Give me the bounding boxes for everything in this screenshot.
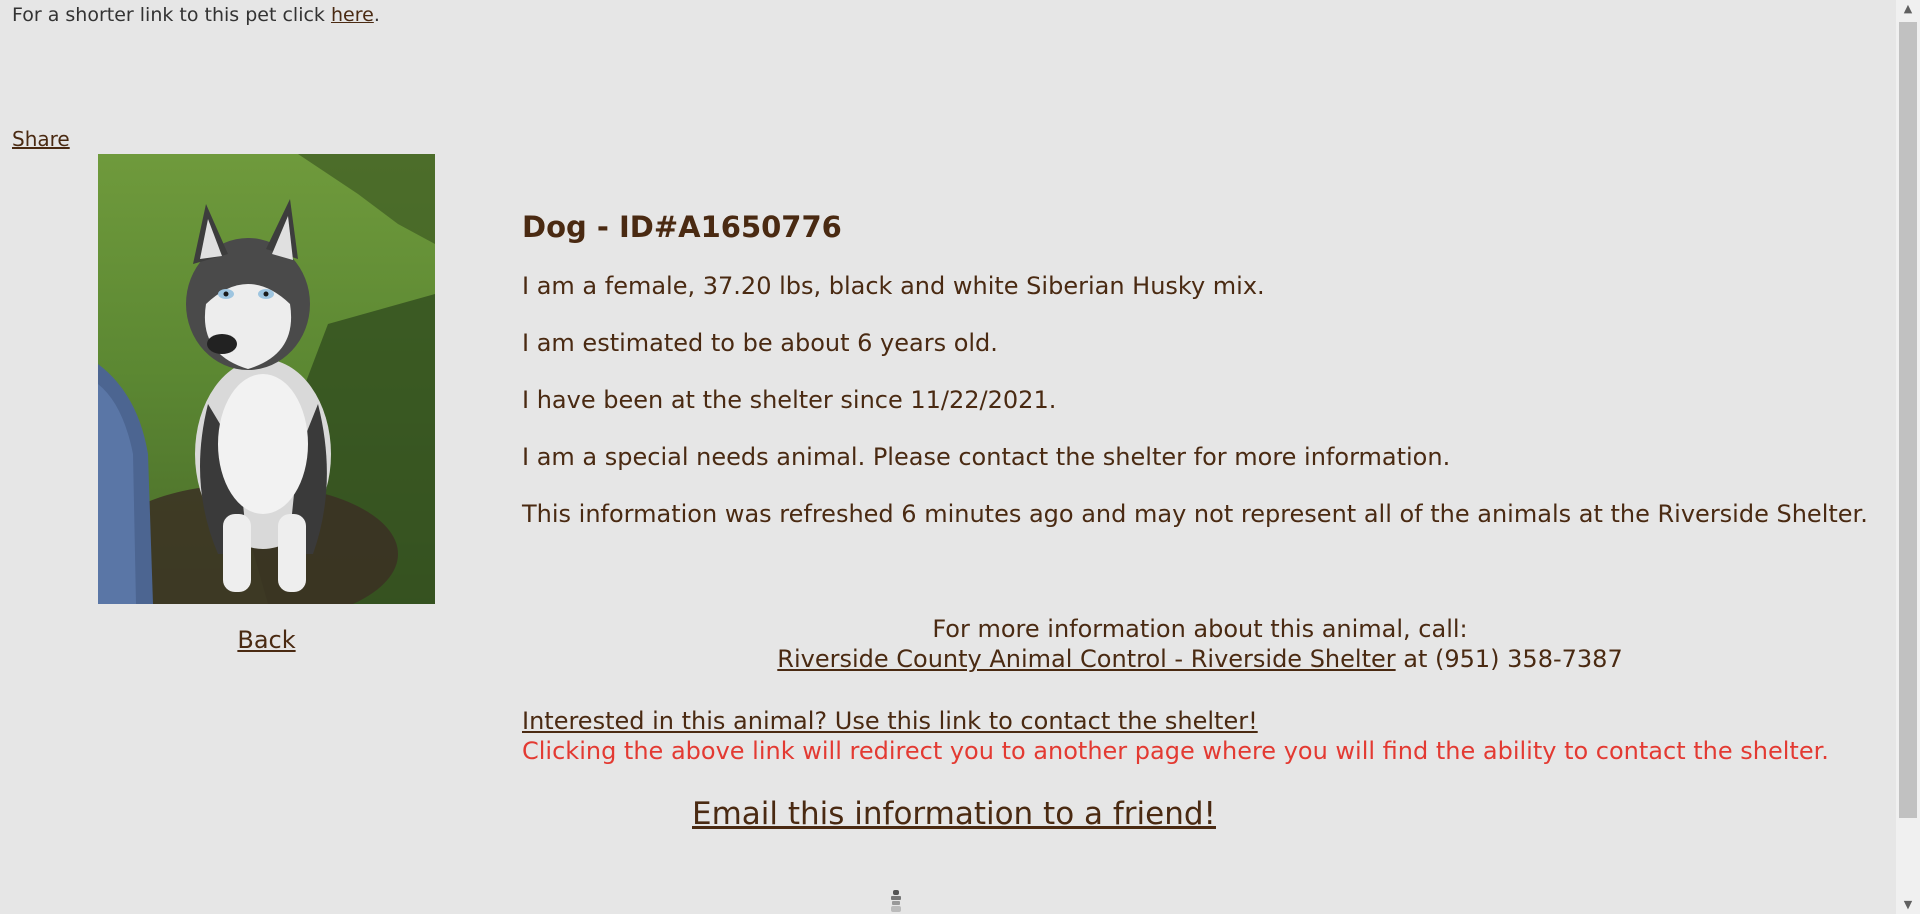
- animal-description: I am a female, 37.20 lbs, black and whit…: [522, 272, 1265, 300]
- back-link[interactable]: Back: [98, 626, 435, 654]
- husky-dog-photo-icon: [98, 154, 435, 604]
- scrollbar-thumb[interactable]: [1899, 22, 1917, 818]
- animal-age: I am estimated to be about 6 years old.: [522, 329, 998, 357]
- vertical-scrollbar[interactable]: ▲ ▼: [1896, 0, 1920, 914]
- share-link[interactable]: Share: [12, 127, 70, 151]
- interested-block: Interested in this animal? Use this link…: [522, 706, 1829, 766]
- shelter-link[interactable]: Riverside County Animal Control - Rivers…: [777, 645, 1395, 673]
- animal-info: Dog - ID#A1650776 I am a female, 37.20 l…: [522, 210, 1882, 557]
- shelter-contact-line: Riverside County Animal Control - Rivers…: [522, 644, 1878, 674]
- contact-shelter-link[interactable]: Interested in this animal? Use this link…: [522, 707, 1258, 735]
- call-text: For more information about this animal, …: [932, 615, 1468, 643]
- refresh-note: This information was refreshed 6 minutes…: [522, 500, 1868, 528]
- animal-special-needs: I am a special needs animal. Please cont…: [522, 443, 1451, 471]
- pet-photo[interactable]: [98, 154, 435, 604]
- email-friend-link[interactable]: Email this information to a friend!: [692, 796, 1216, 832]
- short-link-here[interactable]: here: [331, 4, 374, 26]
- animal-shelter-since: I have been at the shelter since 11/22/2…: [522, 386, 1057, 414]
- animal-title: Dog - ID#A1650776: [522, 210, 842, 244]
- short-link-note: For a shorter link to this pet click her…: [12, 4, 380, 26]
- redirect-warning: Clicking the above link will redirect yo…: [522, 737, 1829, 765]
- scroll-down-arrow-icon[interactable]: ▼: [1896, 896, 1920, 914]
- scroll-up-arrow-icon[interactable]: ▲: [1896, 0, 1920, 18]
- loading-spinner-icon: [886, 888, 906, 914]
- contact-block: For more information about this animal, …: [522, 614, 1878, 674]
- shelter-phone: at (951) 358-7387: [1395, 645, 1623, 673]
- short-link-prefix: For a shorter link to this pet click: [12, 4, 331, 26]
- short-link-suffix: .: [373, 4, 380, 26]
